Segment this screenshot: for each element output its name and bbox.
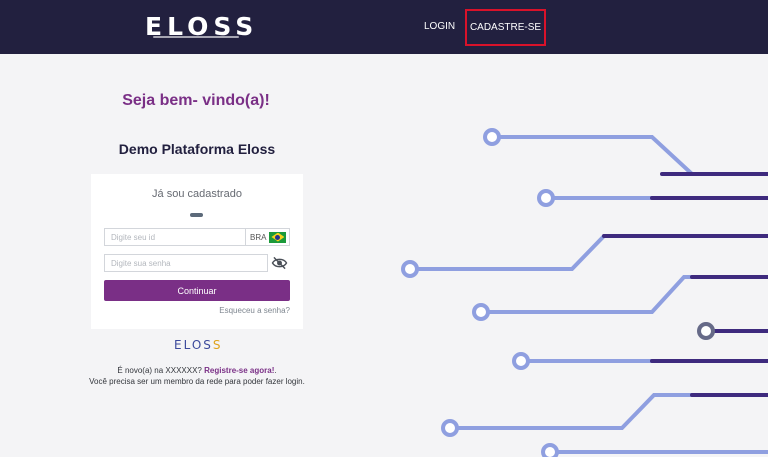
- password-input[interactable]: Digite sua senha: [104, 254, 268, 272]
- country-selector[interactable]: BRA: [246, 228, 290, 246]
- login-card: Já sou cadastrado Digite seu id BRA Digi…: [91, 174, 303, 329]
- footer-logo-last: S: [212, 338, 223, 352]
- circuit-illustration: [401, 128, 768, 457]
- register-prefix: É novo(a) na XXXXXX?: [117, 366, 202, 375]
- member-note: Você precisa ser um membro da rede para …: [89, 377, 305, 386]
- platform-title: Demo Plataforma Eloss: [118, 141, 276, 157]
- forgot-password-link[interactable]: Esqueceu a senha?: [219, 306, 290, 315]
- footer-logo-main: ELOS: [174, 338, 213, 352]
- nav-signup-link[interactable]: CADASTRE-SE: [465, 9, 546, 46]
- circuit-node: [537, 189, 555, 207]
- circuit-line: [448, 393, 768, 430]
- login-card-title: Já sou cadastrado: [152, 188, 242, 200]
- circuit-node: [472, 303, 490, 321]
- nav-signup-label: CADASTRE-SE: [469, 22, 542, 33]
- top-navbar: ELOSS LOGIN CADASTRE-SE: [0, 0, 768, 54]
- circuit-node: [441, 419, 459, 437]
- circuit-node: [541, 443, 559, 457]
- hide-password-icon[interactable]: [271, 256, 288, 270]
- circuit-line: [479, 275, 768, 314]
- circuit-node: [697, 322, 715, 340]
- continue-button[interactable]: Continuar: [104, 280, 290, 301]
- circuit-line: [490, 135, 768, 176]
- register-link[interactable]: Registre-se agora!: [204, 366, 274, 375]
- circuit-node: [512, 352, 530, 370]
- circuit-node: [401, 260, 419, 278]
- nav-login-link[interactable]: LOGIN: [424, 21, 455, 32]
- circuit-line: [408, 234, 768, 271]
- brazil-flag-icon: [269, 231, 287, 243]
- register-suffix: .: [274, 366, 277, 375]
- circuit-node: [483, 128, 501, 146]
- continue-button-label: Continuar: [177, 285, 217, 296]
- logo-swish: [153, 36, 239, 38]
- footer-logo: ELOSS: [174, 338, 223, 352]
- register-prompt: É novo(a) na XXXXXX? Registre-se agora!.: [0, 366, 394, 375]
- id-input[interactable]: Digite seu id: [104, 228, 246, 246]
- brand-logo[interactable]: ELOSS: [145, 12, 258, 41]
- title-divider: [190, 213, 203, 217]
- welcome-heading: Seja bem- vindo(a)!: [122, 92, 270, 109]
- country-code: BRA: [250, 232, 267, 242]
